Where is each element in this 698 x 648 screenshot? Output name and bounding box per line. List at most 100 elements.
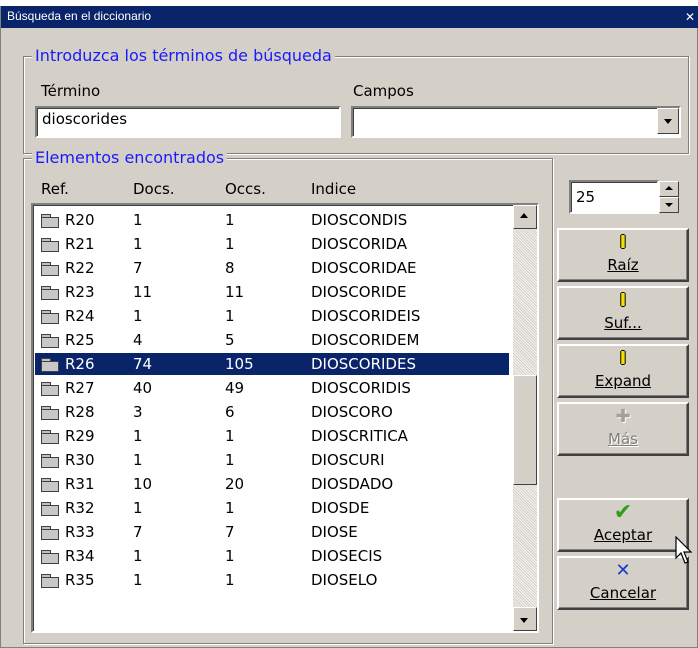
cell-ref: R23 bbox=[65, 283, 95, 301]
cell-indice: DIOSDADO bbox=[311, 475, 394, 493]
results-list[interactable]: R20 1 1 DIOSCONDIS R21 1 1 DIOSCORIDA R22 7 8 DIOSC… bbox=[31, 203, 539, 633]
table-row[interactable]: R30 1 1 DIOSCURI bbox=[35, 449, 509, 471]
column-header-docs: Docs. bbox=[133, 180, 175, 198]
cell-indice: DIOSCORIDA bbox=[311, 235, 407, 253]
spinner-input[interactable]: 25 bbox=[569, 180, 659, 214]
cell-occs: 1 bbox=[225, 571, 235, 589]
cell-indice: DIOSCORO bbox=[311, 403, 393, 421]
cell-ref: R32 bbox=[65, 499, 95, 517]
cell-occs: 7 bbox=[225, 523, 235, 541]
dropdown-button[interactable] bbox=[657, 108, 679, 134]
cell-indice: DIOSCURI bbox=[311, 451, 385, 469]
table-row[interactable]: R22 7 8 DIOSCORIDAE bbox=[35, 257, 509, 279]
cell-ref: R25 bbox=[65, 331, 95, 349]
term-input[interactable]: dioscorides bbox=[35, 106, 341, 138]
cell-indice: DIOSE bbox=[311, 523, 358, 541]
folder-icon bbox=[41, 478, 59, 492]
x-icon: ✕ bbox=[615, 560, 631, 581]
cell-docs: 1 bbox=[133, 451, 143, 469]
cell-ref: R31 bbox=[65, 475, 95, 493]
expand-button[interactable]: I Expand bbox=[557, 344, 689, 398]
cell-docs: 1 bbox=[133, 211, 143, 229]
scroll-down-icon bbox=[520, 618, 528, 623]
folder-icon bbox=[41, 358, 59, 372]
cell-docs: 40 bbox=[133, 379, 153, 397]
cell-ref: R20 bbox=[65, 211, 95, 229]
scroll-thumb[interactable] bbox=[513, 375, 537, 485]
aceptar-button[interactable]: ✔ Aceptar bbox=[557, 498, 689, 552]
scroll-up-button[interactable] bbox=[513, 205, 537, 229]
cell-occs: 1 bbox=[225, 307, 235, 325]
cell-docs: 7 bbox=[133, 523, 143, 541]
folder-icon bbox=[41, 574, 59, 588]
fields-label: Campos bbox=[353, 82, 414, 100]
column-header-occs: Occs. bbox=[225, 180, 266, 198]
results-legend: Elementos encontrados bbox=[32, 148, 228, 168]
table-row[interactable]: R21 1 1 DIOSCORIDA bbox=[35, 233, 509, 255]
close-icon[interactable]: ✕ bbox=[683, 10, 697, 24]
table-row[interactable]: R28 3 6 DIOSCORO bbox=[35, 401, 509, 423]
mas-button[interactable]: ✚ Más bbox=[557, 402, 689, 456]
cell-indice: DIOSCONDIS bbox=[311, 211, 408, 229]
spinner-value: 25 bbox=[576, 188, 596, 206]
folder-icon bbox=[41, 238, 59, 252]
cell-indice: DIOSELO bbox=[311, 571, 378, 589]
search-terms-legend: Introduzca los términos de búsqueda bbox=[32, 46, 335, 66]
suf-button[interactable]: I Suf... bbox=[557, 286, 689, 340]
fields-select[interactable] bbox=[351, 106, 681, 138]
cell-indice: DIOSDE bbox=[311, 499, 370, 517]
folder-icon bbox=[41, 310, 59, 324]
cell-occs: 1 bbox=[225, 499, 235, 517]
cell-ref: R27 bbox=[65, 379, 95, 397]
table-row[interactable]: R33 7 7 DIOSE bbox=[35, 521, 509, 543]
cell-occs: 20 bbox=[225, 475, 245, 493]
table-row[interactable]: R35 1 1 DIOSELO bbox=[35, 569, 509, 591]
table-row[interactable]: R23 11 11 DIOSCORIDE bbox=[35, 281, 509, 303]
cell-occs: 1 bbox=[225, 547, 235, 565]
table-row[interactable]: R27 40 49 DIOSCORIDIS bbox=[35, 377, 509, 399]
cancelar-button[interactable]: ✕ Cancelar bbox=[557, 556, 689, 610]
cell-docs: 4 bbox=[133, 331, 143, 349]
folder-icon bbox=[41, 430, 59, 444]
suf-button-label: Suf... bbox=[604, 314, 642, 332]
table-row[interactable]: R31 10 20 DIOSDADO bbox=[35, 473, 509, 495]
count-spinner[interactable]: 25 bbox=[569, 180, 679, 214]
table-row[interactable]: R29 1 1 DIOSCRITICA bbox=[35, 425, 509, 447]
spinner-down-button[interactable] bbox=[659, 197, 679, 213]
folder-icon bbox=[41, 526, 59, 540]
window-title: Búsqueda en el diccionario bbox=[7, 9, 152, 23]
check-icon: ✔ bbox=[613, 500, 633, 525]
cell-docs: 3 bbox=[133, 403, 143, 421]
cell-docs: 1 bbox=[133, 571, 143, 589]
table-row[interactable]: R25 4 5 DIOSCORIDEM bbox=[35, 329, 509, 351]
cell-occs: 105 bbox=[225, 355, 254, 373]
folder-icon bbox=[41, 286, 59, 300]
table-row[interactable]: R24 1 1 DIOSCORIDEIS bbox=[35, 305, 509, 327]
table-row[interactable]: R34 1 1 DIOSECIS bbox=[35, 545, 509, 567]
title-bar[interactable]: Búsqueda en el diccionario ✕ bbox=[1, 6, 698, 28]
raiz-button-label: Raíz bbox=[607, 256, 639, 274]
cell-ref: R26 bbox=[65, 355, 95, 373]
table-row[interactable]: R26 74 105 DIOSCORIDES bbox=[34, 352, 510, 376]
spinner-up-icon bbox=[665, 186, 673, 190]
folder-icon bbox=[41, 550, 59, 564]
spinner-up-button[interactable] bbox=[659, 181, 679, 197]
scroll-up-icon bbox=[520, 213, 528, 218]
folder-icon bbox=[41, 382, 59, 396]
cell-docs: 1 bbox=[133, 427, 143, 445]
raiz-button[interactable]: I Raíz bbox=[557, 228, 689, 282]
cell-indice: DIOSCORIDIS bbox=[311, 379, 411, 397]
scroll-down-button[interactable] bbox=[513, 607, 537, 631]
cell-indice: DIOSCORIDE bbox=[311, 283, 407, 301]
cancelar-button-label: Cancelar bbox=[589, 584, 657, 602]
table-row[interactable]: R20 1 1 DIOSCONDIS bbox=[35, 209, 509, 231]
cell-occs: 1 bbox=[225, 451, 235, 469]
folder-icon bbox=[41, 502, 59, 516]
table-row[interactable]: R32 1 1 DIOSDE bbox=[35, 497, 509, 519]
cursor-arrow-icon bbox=[675, 536, 693, 564]
mas-button-label: Más bbox=[608, 430, 638, 448]
ibeam-icon: I bbox=[619, 290, 627, 311]
cell-docs: 1 bbox=[133, 307, 143, 325]
vertical-scrollbar[interactable] bbox=[513, 205, 537, 631]
search-terms-group: Introduzca los términos de búsqueda bbox=[23, 46, 689, 154]
